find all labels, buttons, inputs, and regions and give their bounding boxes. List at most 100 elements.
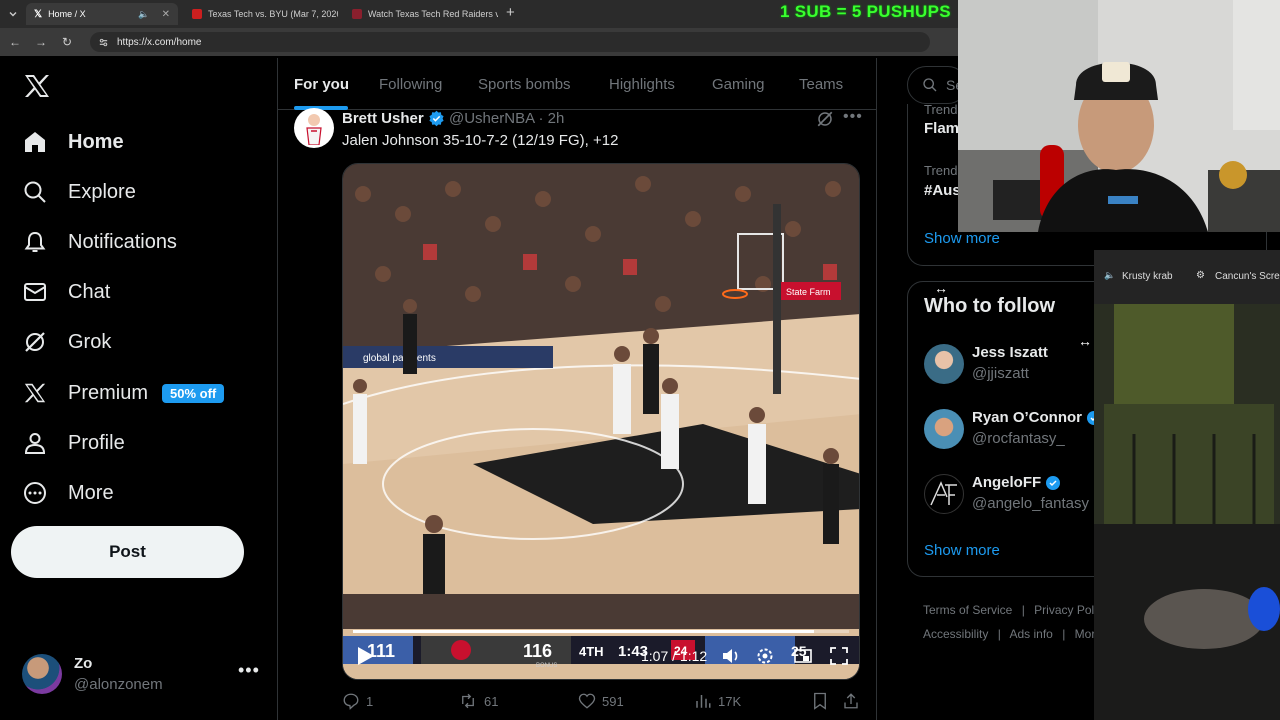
footer-link-ads-info[interactable]: Ads info (1010, 627, 1053, 641)
reply-button[interactable]: 1 (342, 692, 373, 710)
account-handle: @alonzonem (74, 676, 163, 693)
tab-list-button[interactable] (4, 3, 22, 25)
more-dots-icon[interactable]: ••• (843, 108, 863, 126)
sidebar-item-profile[interactable]: Profile (22, 423, 125, 463)
sidebar-item-premium[interactable]: Premium 50% off (22, 373, 225, 413)
footer-separator: | (1021, 603, 1025, 617)
video-progress-bar[interactable] (353, 630, 849, 633)
tab-teams[interactable]: Teams (799, 76, 843, 93)
browser-tab-espn[interactable]: Texas Tech vs. BYU (Mar 7, 2026... ✕ (184, 3, 338, 25)
reload-icon[interactable]: ↻ (60, 35, 74, 49)
overlay-tab-label[interactable]: Cancun's Scre (1215, 271, 1280, 282)
sidebar-item-explore[interactable]: Explore (22, 172, 136, 212)
suggestion-handle: @angelo_fantasy (972, 495, 1089, 512)
speaker-icon[interactable]: 🔈 (138, 9, 149, 20)
footer-link-privacy[interactable]: Privacy Polic (1034, 603, 1103, 617)
sidebar-item-grok[interactable]: Grok (22, 322, 111, 362)
verified-badge-icon (1046, 475, 1061, 490)
bookmark-button[interactable] (812, 692, 828, 710)
espn-icon (192, 9, 202, 19)
browser-tab-watch[interactable]: Watch Texas Tech Red Raiders vs... ✕ (344, 3, 498, 25)
video-controls: 1:07 / 1:12 (343, 634, 859, 679)
sidebar-item-more[interactable]: More (22, 473, 114, 513)
avatar (924, 409, 964, 449)
sidebar-item-chat[interactable]: Chat (22, 272, 110, 312)
views-button[interactable]: 17K (694, 692, 741, 710)
volume-icon[interactable] (721, 646, 741, 666)
fullscreen-icon[interactable] (829, 646, 849, 666)
sidebar-item-label: Explore (68, 180, 136, 203)
new-tab-button[interactable]: + (506, 4, 515, 21)
url-field[interactable]: https://x.com/home (90, 32, 930, 52)
more-dots-icon[interactable]: ••• (238, 660, 260, 681)
sidebar-item-home[interactable]: Home (22, 122, 124, 162)
premium-discount-badge: 50% off (162, 383, 225, 403)
who-to-follow-show-more-link[interactable]: Show more (924, 542, 1000, 559)
overlay-tab-label[interactable]: Krusty krab (1122, 271, 1173, 282)
trend-item[interactable]: Flam (924, 120, 959, 137)
like-count: 591 (602, 693, 624, 709)
tweet-time[interactable]: · 2h (538, 110, 564, 127)
sidebar-item-notifications[interactable]: Notifications (22, 222, 177, 262)
suggestion-handle: @jjiszatt (972, 365, 1029, 382)
like-button[interactable]: 591 (578, 692, 624, 710)
analytics-icon (696, 695, 711, 708)
trend-label: Trend (924, 163, 958, 178)
tweet-author-handle[interactable]: @UsherNBA · 2h (449, 110, 564, 127)
resize-handle-icon[interactable]: ↔ (934, 280, 948, 296)
address-bar: ← → ↻ https://x.com/home (0, 28, 958, 56)
webcam-overlay (958, 0, 1280, 232)
reply-icon (343, 693, 359, 710)
sidebar-item-label: More (68, 481, 114, 504)
site-info-icon[interactable] (98, 37, 109, 48)
sidebar-item-label: Home (68, 130, 124, 153)
tab-title: Texas Tech vs. BYU (Mar 7, 2026... (208, 9, 338, 19)
url-text: https://x.com/home (117, 36, 202, 48)
repost-icon (462, 693, 474, 709)
tab-following[interactable]: Following (379, 76, 442, 93)
sidebar-item-label: Notifications (68, 230, 177, 253)
close-icon[interactable]: ✕ (162, 9, 170, 20)
tweet-author-name[interactable]: Brett Usher (342, 110, 445, 127)
tweet-video[interactable]: State Farm global payments 111 116 BONUS… (342, 163, 860, 680)
footer-link-more[interactable]: Mor (1075, 627, 1096, 641)
share-button[interactable] (842, 692, 860, 710)
settings-gear-icon[interactable] (755, 646, 775, 666)
bookmark-icon (814, 692, 826, 710)
tweet-author-avatar[interactable] (294, 108, 334, 148)
tab-title: Home / X (48, 9, 86, 19)
search-icon (22, 179, 48, 205)
trends-show-more-link[interactable]: Show more (924, 230, 1000, 247)
speaker-icon[interactable]: 🔈 (1104, 270, 1115, 281)
repost-button[interactable]: 61 (458, 692, 498, 710)
suggestion-name-text: AngeloFF (972, 474, 1042, 491)
tab-for-you[interactable]: For you (294, 76, 349, 93)
forward-arrow-icon[interactable]: → (34, 35, 48, 49)
suggestion-name-text: Ryan O’Connor (972, 409, 1083, 426)
grok-icon[interactable] (816, 110, 834, 133)
feed-tabs: For you Following Sports bombs Highlight… (278, 58, 876, 110)
tab-gaming[interactable]: Gaming (712, 76, 765, 93)
x-logo-icon[interactable] (24, 74, 50, 103)
play-icon[interactable] (357, 646, 375, 666)
x-logo-icon (22, 380, 48, 406)
back-arrow-icon[interactable]: ← (8, 35, 22, 49)
trend-item[interactable]: #Aus (924, 182, 961, 199)
footer-separator: | (1062, 627, 1066, 641)
account-switcher[interactable]: Zo @alonzonem ••• (22, 652, 262, 700)
angelo-logo-icon (930, 481, 957, 506)
tab-highlights[interactable]: Highlights (609, 76, 675, 93)
left-divider (277, 58, 278, 720)
sidebar-item-label: Premium (68, 381, 149, 404)
footer-link-terms[interactable]: Terms of Service (923, 603, 1012, 617)
browser-tab-x-home[interactable]: 𝕏 Home / X 🔈 ✕ (26, 3, 178, 25)
sidebar-item-label: Chat (68, 280, 111, 303)
footer-link-accessibility[interactable]: Accessibility (923, 627, 988, 641)
tab-sports-bombs[interactable]: Sports bombs (478, 76, 571, 93)
picture-in-picture-icon[interactable] (793, 646, 813, 666)
heart-icon (578, 693, 596, 709)
sidebar-item-label: Grok (68, 330, 112, 353)
post-button[interactable]: Post (11, 526, 244, 578)
footer-links: Terms of Service | Privacy Polic Accessi… (923, 598, 1103, 646)
resize-handle-icon[interactable]: ↔ (1078, 333, 1092, 349)
